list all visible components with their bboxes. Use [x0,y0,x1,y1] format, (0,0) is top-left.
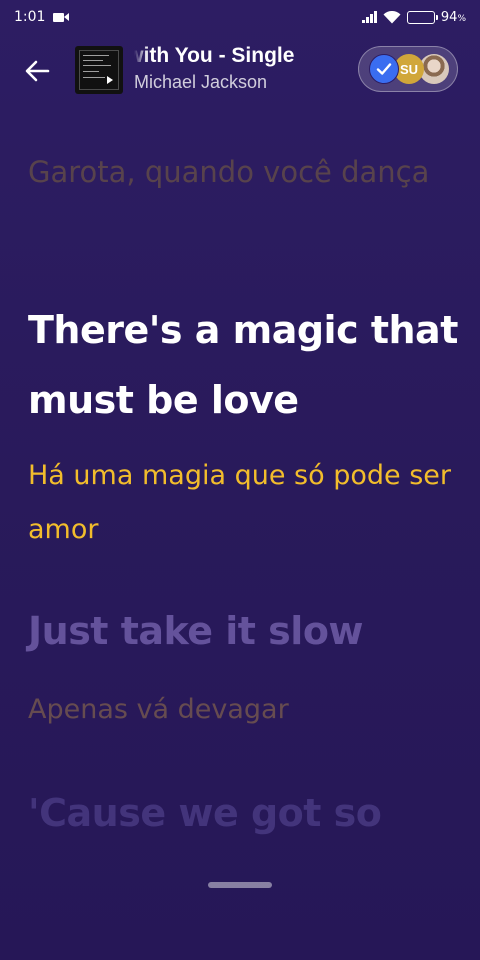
artist-name: Michael Jackson [134,72,268,92]
status-bar: 1:01 94% [0,0,480,34]
status-right: 94% [361,9,466,25]
track-title: Rock with You - Single [134,44,295,67]
back-button[interactable] [20,54,54,88]
lyric-line-next[interactable]: Just take it slow [28,603,458,659]
status-time: 1:01 [14,9,46,25]
session-participants-button[interactable]: SU [358,46,458,92]
lyric-line-upcoming[interactable]: 'Cause we got so [28,785,458,841]
lyric-translation-current[interactable]: Há uma magia que só pode ser amor [28,449,458,557]
status-left: 1:01 [14,9,70,25]
play-icon [107,76,113,84]
arrow-left-icon [25,60,50,82]
home-indicator[interactable] [208,882,272,888]
lyric-line-current[interactable]: There's a magic that must be love [28,295,458,435]
video-camera-icon [53,12,70,23]
check-icon [376,63,392,75]
album-art[interactable] [75,46,123,94]
participant-avatar-self [369,54,399,84]
battery-icon [406,10,438,24]
battery-percent: 94% [440,9,466,25]
wifi-icon [383,10,401,23]
player-header: Rock with You - Single Michael Jackson S… [0,40,480,102]
lyric-translation-past[interactable]: Garota, quando você dança [28,145,458,199]
lyrics-screen: 1:01 94% Rock [0,0,480,960]
lyric-translation-next[interactable]: Apenas vá devagar [28,685,458,735]
signal-icon [361,11,377,23]
